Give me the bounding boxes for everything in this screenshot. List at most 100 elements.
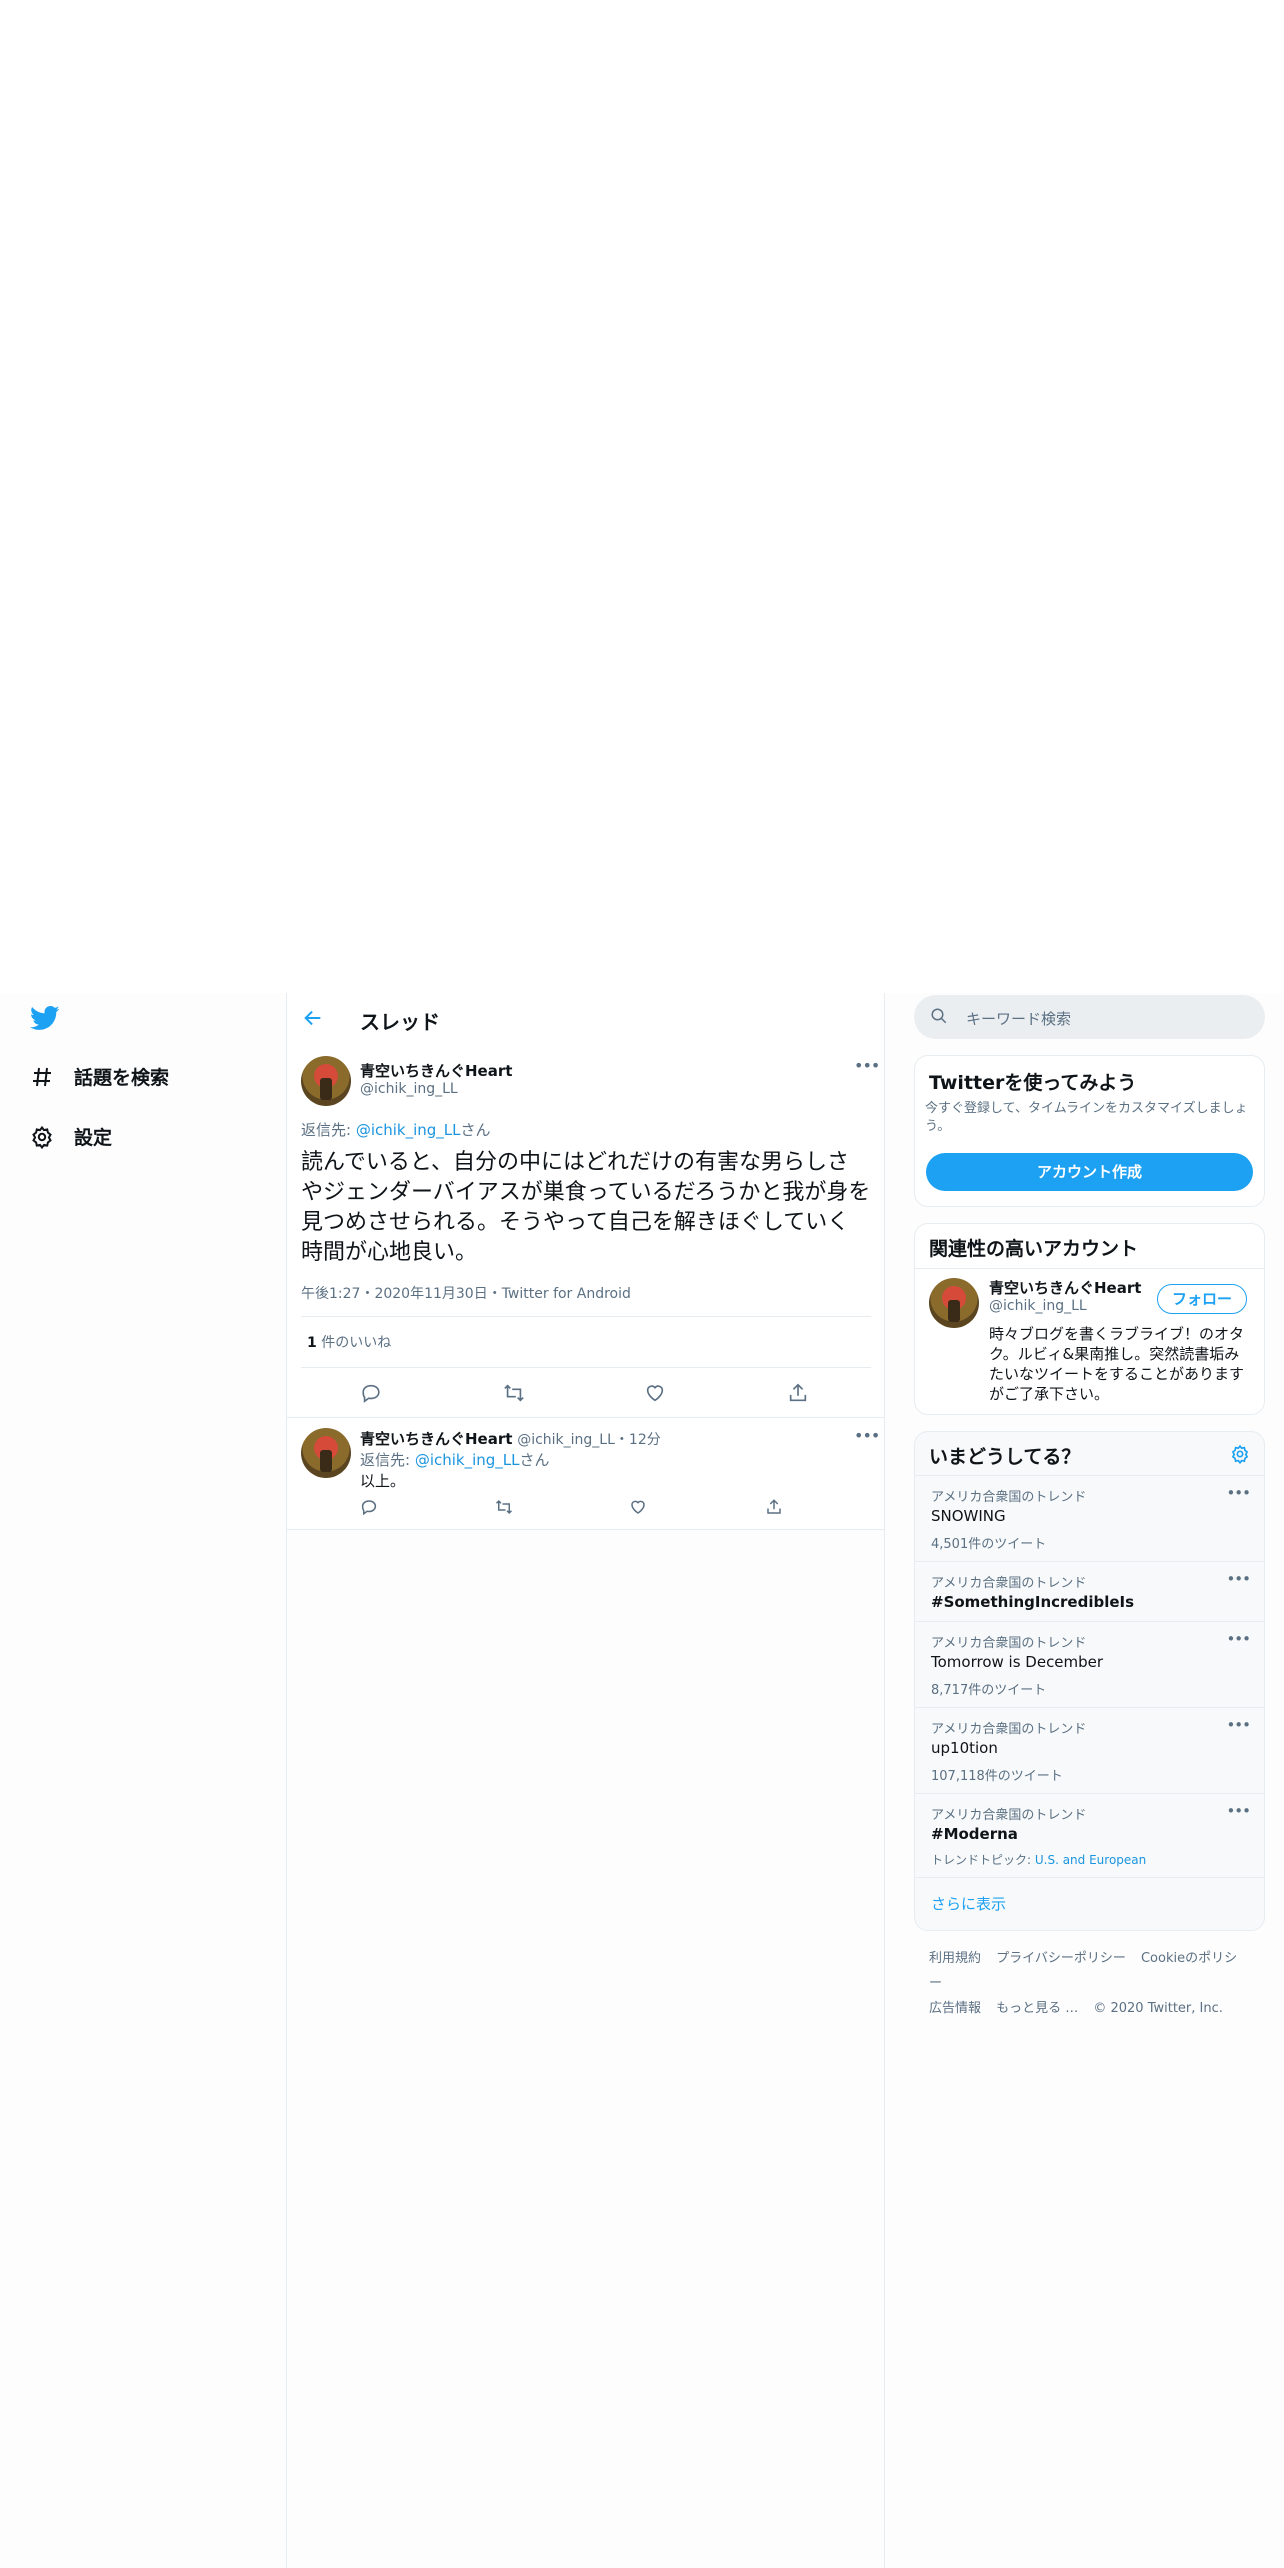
like-icon[interactable] [644, 1382, 666, 1408]
trend-item[interactable]: アメリカ合衆国のトレンド ••• #SomethingIncredibleIs [915, 1561, 1264, 1622]
twitter-bird-icon[interactable] [28, 1003, 62, 1037]
more-icon[interactable]: ••• [1226, 1484, 1251, 1502]
related-accounts-card: 関連性の高いアカウント 青空いちきんぐHeart @ichik_ing_LL フ… [914, 1223, 1265, 1415]
like-icon[interactable] [629, 1498, 647, 1520]
arrow-left-icon[interactable] [302, 1007, 324, 1033]
column-divider-right [884, 993, 885, 2568]
likes-count: 1 [307, 1335, 317, 1351]
trend-title: SNOWING [931, 1507, 1006, 1525]
more-icon[interactable]: ••• [1226, 1802, 1251, 1820]
main-tweet: 青空いちきんぐHeart @ichik_ing_LL ••• 返信先: @ich… [287, 1046, 884, 1416]
divider [301, 1367, 871, 1368]
nav-settings-label: 設定 [74, 1127, 113, 1149]
share-icon[interactable] [765, 1498, 783, 1520]
more-icon[interactable]: ••• [854, 1056, 880, 1075]
trends-card: いまどうしてる？ アメリカ合衆国のトレンド ••• SNOWING 4,501件… [914, 1431, 1265, 1931]
reply-context: 返信先: @ichik_ing_LLさん [301, 1119, 491, 1140]
nav-explore-label: 話題を検索 [74, 1067, 170, 1089]
trend-topic-prefix: トレンドトピック: [931, 1853, 1035, 1867]
create-account-button[interactable]: アカウント作成 [926, 1153, 1253, 1191]
trend-item[interactable]: アメリカ合衆国のトレンド ••• SNOWING 4,501件のツイート [915, 1475, 1264, 1562]
reply-icon[interactable] [360, 1382, 382, 1408]
trend-item[interactable]: アメリカ合衆国のトレンド ••• up10tion 107,118件のツイート [915, 1707, 1264, 1794]
likes-summary[interactable]: 1 件のいいね [307, 1332, 391, 1352]
more-icon[interactable]: ••• [1226, 1570, 1251, 1588]
more-icon[interactable]: ••• [854, 1426, 880, 1445]
trend-context: アメリカ合衆国のトレンド [931, 1722, 1087, 1737]
search-input[interactable]: キーワード検索 [966, 1008, 1071, 1029]
signup-card: Twitterを使ってみよう 今すぐ登録して、タイムラインをカスタマイズしましょ… [914, 1055, 1265, 1207]
avatar[interactable] [929, 1278, 979, 1328]
gear-icon[interactable] [1230, 1444, 1250, 1468]
search-box[interactable]: キーワード検索 [914, 995, 1265, 1039]
trend-item[interactable]: アメリカ合衆国のトレンド ••• #Moderna トレンドトピック: U.S.… [915, 1793, 1264, 1878]
handle[interactable]: @ichik_ing_LL [517, 1432, 615, 1448]
trend-title: Tomorrow is December [931, 1653, 1104, 1671]
avatar[interactable] [301, 1428, 351, 1478]
retweet-icon[interactable] [494, 1498, 514, 1520]
signup-description: 今すぐ登録して、タイムラインをカスタマイズしましょう。 [925, 1101, 1248, 1134]
trend-topic: トレンドトピック: U.S. and European [931, 1851, 1146, 1868]
footer-copyright: © 2020 Twitter, Inc. [1093, 2001, 1223, 2016]
reply-suffix: さん [519, 1451, 550, 1469]
trend-item[interactable]: アメリカ合衆国のトレンド ••• Tomorrow is December 8,… [915, 1621, 1264, 1708]
footer-terms[interactable]: 利用規約 [929, 1951, 981, 1966]
trend-context: アメリカ合衆国のトレンド [931, 1490, 1087, 1505]
footer-privacy[interactable]: プライバシーポリシー [996, 1951, 1126, 1966]
divider [301, 1316, 871, 1317]
footer-ads[interactable]: 広告情報 [929, 2001, 981, 2016]
divider [287, 1529, 884, 1530]
tweet-text: 以上。 [360, 1472, 406, 1490]
signup-title: Twitterを使ってみよう [929, 1072, 1137, 1094]
related-bio: 時々ブログを書くラブライブ！のオタク。ルビィ&果南推し。突然読書垢みたいなツイー… [989, 1325, 1245, 1403]
trend-count: 4,501件のツイート [931, 1537, 1047, 1552]
gear-icon [32, 1125, 52, 1149]
trend-topic-link[interactable]: U.S. and European [1035, 1853, 1146, 1867]
share-icon[interactable] [787, 1382, 809, 1408]
nav-settings[interactable]: 設定 [30, 1123, 112, 1150]
reply-icon[interactable] [360, 1498, 378, 1520]
display-name[interactable]: 青空いちきんぐHeart [360, 1430, 512, 1448]
related-display-name[interactable]: 青空いちきんぐHeart [989, 1277, 1141, 1298]
tweet-timestamp[interactable]: 午後1:27・2020年11月30日・Twitter for Android [301, 1283, 631, 1303]
reply-prefix: 返信先: [360, 1451, 415, 1469]
nav-explore[interactable]: 話題を検索 [30, 1063, 169, 1090]
display-name[interactable]: 青空いちきんぐHeart [360, 1060, 512, 1081]
reply-header: 青空いちきんぐHeart @ichik_ing_LL・12分 [360, 1428, 661, 1449]
reply-to-link[interactable]: @ichik_ing_LL [356, 1121, 461, 1139]
thread-header: スレッド [287, 993, 884, 1047]
trend-title: #Moderna [931, 1825, 1018, 1843]
trend-count: 8,717件のツイート [931, 1683, 1047, 1698]
show-more-row[interactable]: さらに表示 [915, 1877, 1264, 1930]
reply-suffix: さん [460, 1121, 491, 1139]
trend-title: up10tion [931, 1739, 998, 1757]
retweet-icon[interactable] [502, 1382, 526, 1408]
related-handle[interactable]: @ichik_ing_LL [989, 1298, 1087, 1314]
more-icon[interactable]: ••• [1226, 1716, 1251, 1734]
handle[interactable]: @ichik_ing_LL [360, 1081, 458, 1097]
trends-title: いまどうしてる？ [929, 1446, 1081, 1468]
more-icon[interactable]: ••• [1226, 1630, 1251, 1648]
reply-context: 返信先: @ichik_ing_LLさん [360, 1449, 550, 1470]
tweet-text: 読んでいると、自分の中にはどれだけの有害な男らしさやジェンダーバイアスが巣食って… [301, 1150, 871, 1265]
trend-title: #SomethingIncredibleIs [931, 1593, 1135, 1611]
reply-tweet[interactable]: 青空いちきんぐHeart @ichik_ing_LL・12分 ••• 返信先: … [287, 1418, 884, 1529]
trend-context: アメリカ合衆国のトレンド [931, 1636, 1087, 1651]
likes-label: 件のいいね [321, 1335, 392, 1351]
related-title: 関連性の高いアカウント [929, 1238, 1139, 1260]
hashtag-icon [33, 1067, 51, 1086]
divider [915, 1268, 1264, 1269]
reply-to-link[interactable]: @ichik_ing_LL [415, 1451, 520, 1469]
reply-prefix: 返信先: [301, 1121, 356, 1139]
avatar[interactable] [301, 1056, 351, 1106]
footer-more[interactable]: もっと見る … [996, 2001, 1078, 2016]
search-icon [930, 1007, 948, 1029]
trend-count: 107,118件のツイート [931, 1769, 1063, 1784]
trend-context: アメリカ合衆国のトレンド [931, 1576, 1087, 1591]
tweet-time[interactable]: ・12分 [615, 1432, 661, 1448]
follow-button[interactable]: フォロー [1157, 1284, 1247, 1314]
show-more-link[interactable]: さらに表示 [931, 1893, 1006, 1914]
page-title: スレッド [360, 1010, 440, 1034]
footer: 利用規約 プライバシーポリシー Cookieのポリシー 広告情報 もっと見る …… [929, 1945, 1259, 2020]
trend-context: アメリカ合衆国のトレンド [931, 1808, 1087, 1823]
